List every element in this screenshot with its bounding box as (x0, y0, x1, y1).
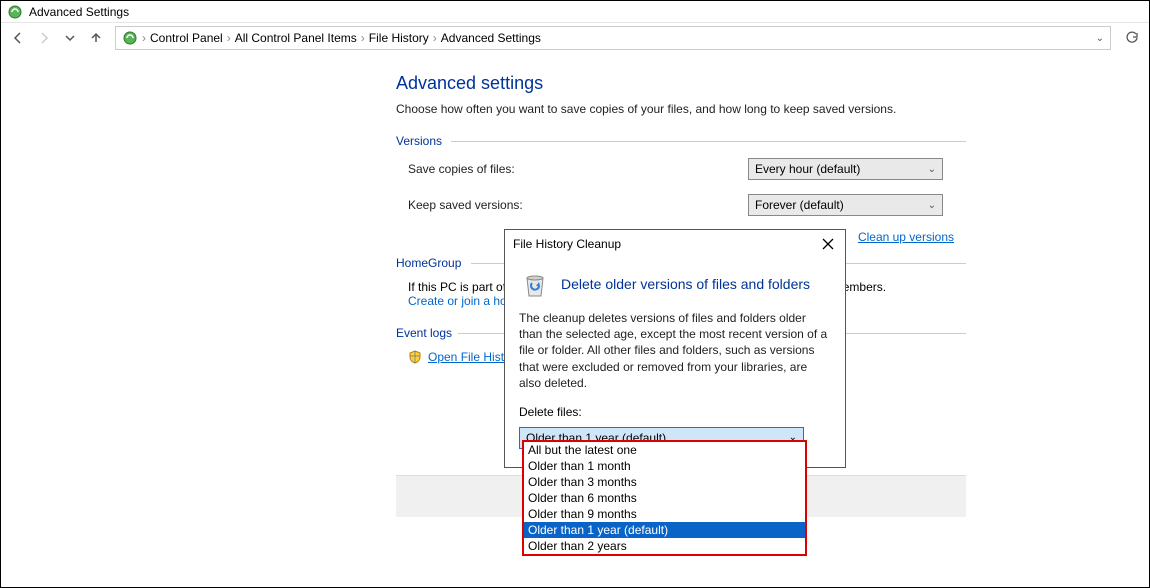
keep-versions-label: Keep saved versions: (408, 198, 748, 212)
keep-versions-row: Keep saved versions: Forever (default) ⌄ (408, 194, 966, 216)
up-button[interactable] (85, 27, 107, 49)
breadcrumb-item[interactable]: Advanced Settings (441, 31, 541, 45)
chevron-right-icon: › (361, 31, 365, 45)
back-button[interactable] (7, 27, 29, 49)
app-icon (7, 4, 23, 20)
refresh-button[interactable] (1121, 27, 1143, 49)
eventlogs-link[interactable]: Open File Hist (428, 350, 504, 364)
page-title: Advanced settings (396, 73, 966, 94)
close-button[interactable] (819, 235, 837, 253)
forward-button[interactable] (33, 27, 55, 49)
delete-files-options: All but the latest one Older than 1 mont… (522, 440, 807, 556)
option-item[interactable]: Older than 1 year (default) (524, 522, 805, 538)
recycle-bin-icon (519, 268, 551, 300)
page-subtitle: Choose how often you want to save copies… (396, 102, 966, 116)
option-item[interactable]: Older than 2 years (524, 538, 805, 554)
save-copies-label: Save copies of files: (408, 162, 748, 176)
chevron-down-icon: ⌄ (928, 164, 936, 175)
chevron-down-icon: ⌄ (928, 200, 936, 211)
section-versions-label: Versions (396, 134, 966, 148)
breadcrumb-item[interactable]: File History (369, 31, 429, 45)
chevron-down-icon[interactable]: ⌄ (1096, 33, 1104, 44)
cleanup-dialog: File History Cleanup Delete older versio… (504, 229, 846, 468)
breadcrumb-item[interactable]: Control Panel (150, 31, 223, 45)
delete-files-label: Delete files: (519, 405, 831, 419)
chevron-right-icon: › (142, 31, 146, 45)
option-item[interactable]: Older than 3 months (524, 474, 805, 490)
cleanup-versions-link[interactable]: Clean up versions (858, 230, 954, 244)
chevron-right-icon: › (433, 31, 437, 45)
address-bar[interactable]: › Control Panel › All Control Panel Item… (115, 26, 1111, 50)
shield-icon (408, 350, 422, 364)
chevron-right-icon: › (227, 31, 231, 45)
save-copies-dropdown[interactable]: Every hour (default) ⌄ (748, 158, 943, 180)
option-item[interactable]: Older than 9 months (524, 506, 805, 522)
save-copies-row: Save copies of files: Every hour (defaul… (408, 158, 966, 180)
dialog-title: File History Cleanup (513, 237, 621, 251)
window-title: Advanced Settings (29, 5, 129, 19)
dialog-titlebar: File History Cleanup (505, 230, 845, 258)
address-bar-icon (122, 30, 138, 46)
nav-bar: › Control Panel › All Control Panel Item… (1, 23, 1149, 53)
option-item[interactable]: Older than 6 months (524, 490, 805, 506)
title-bar: Advanced Settings (1, 1, 1149, 23)
option-item[interactable]: All but the latest one (524, 442, 805, 458)
keep-versions-dropdown[interactable]: Forever (default) ⌄ (748, 194, 943, 216)
recent-dropdown-button[interactable] (59, 27, 81, 49)
breadcrumb-item[interactable]: All Control Panel Items (235, 31, 357, 45)
dialog-description: The cleanup deletes versions of files an… (519, 310, 831, 391)
dialog-heading: Delete older versions of files and folde… (561, 276, 810, 292)
option-item[interactable]: Older than 1 month (524, 458, 805, 474)
